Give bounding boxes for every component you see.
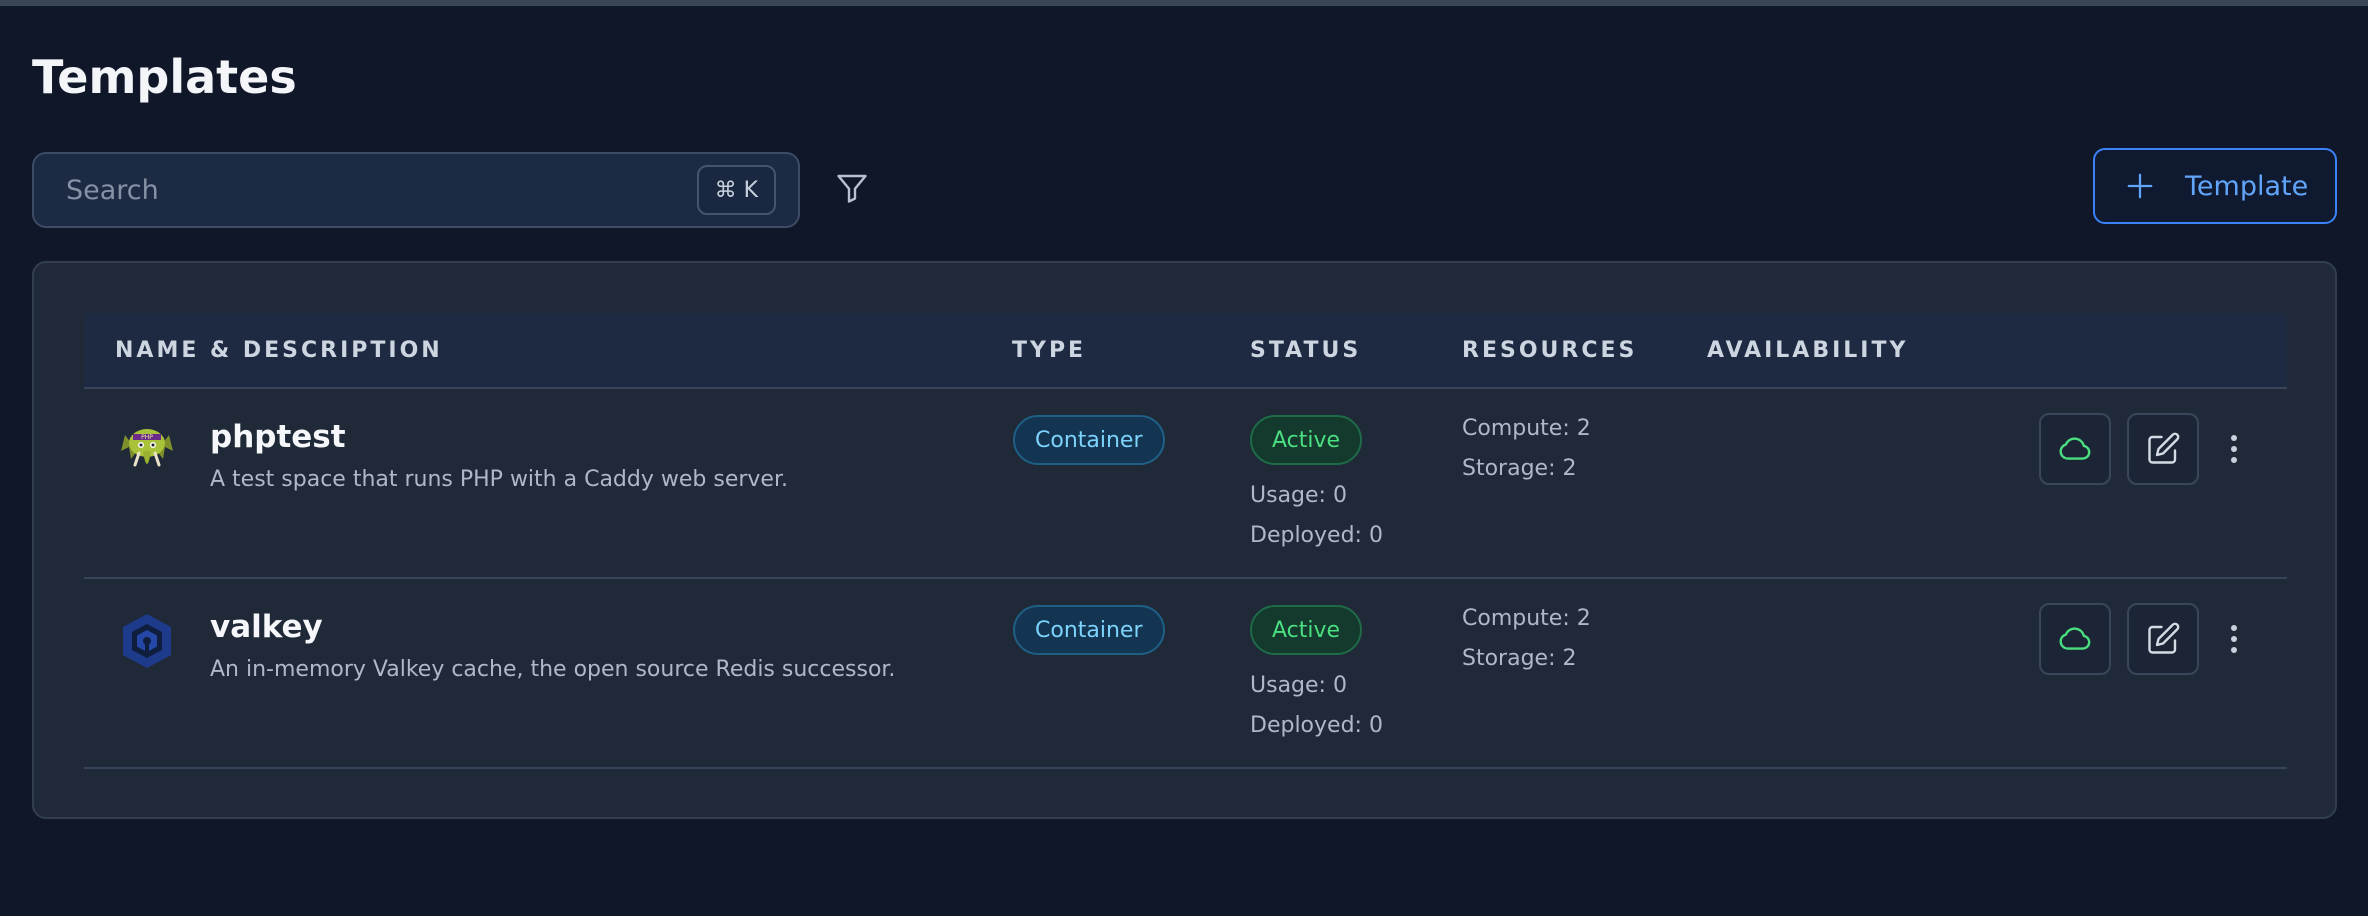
more-options-icon[interactable] [2214,619,2254,659]
templates-table-card: NAME & DESCRIPTION TYPE STATUS RESOURCES… [32,261,2337,819]
add-template-button[interactable]: Template [2093,148,2337,224]
table-row[interactable]: valkey An in-memory Valkey cache, the op… [84,579,2287,769]
deploy-cloud-button[interactable] [2039,603,2111,675]
add-template-label: Template [2185,170,2309,202]
template-description: A test space that runs PHP with a Caddy … [210,467,788,492]
more-options-icon[interactable] [2214,429,2254,469]
header-type: TYPE [1012,337,1087,363]
page-title: Templates [32,50,297,104]
edit-icon [2148,622,2180,654]
deployed-count: Deployed: 0 [1250,713,1383,738]
status-badge: Active [1250,605,1363,655]
storage-resource: Storage: 2 [1462,646,1577,671]
usage-count: Usage: 0 [1250,673,1347,698]
deploy-cloud-button[interactable] [2039,413,2111,485]
storage-resource: Storage: 2 [1462,456,1577,481]
edit-button[interactable] [2127,413,2199,485]
compute-resource: Compute: 2 [1462,416,1591,441]
search-box[interactable]: ⌘ K [32,152,800,228]
template-name[interactable]: valkey [210,609,323,645]
edit-button[interactable] [2127,603,2199,675]
type-badge: Container [1013,605,1165,655]
compute-resource: Compute: 2 [1462,606,1591,631]
header-name-description: NAME & DESCRIPTION [115,337,443,363]
usage-count: Usage: 0 [1250,483,1347,508]
edit-icon [2148,432,2180,464]
table-row[interactable]: PHP phptest A test space that runs PHP w… [84,389,2287,579]
keyboard-shortcut-hint: ⌘ K [696,165,776,215]
cloud-icon [2059,437,2091,460]
template-description: An in-memory Valkey cache, the open sour… [210,657,896,682]
header-resources: RESOURCES [1462,337,1638,363]
filter-icon[interactable] [834,170,870,206]
header-availability: AVAILABILITY [1707,337,1909,363]
header-status: STATUS [1250,337,1362,363]
search-input[interactable] [34,154,697,226]
status-badge: Active [1250,415,1363,465]
template-name[interactable]: phptest [210,419,346,455]
php-elephant-logo: PHP [117,421,177,481]
cloud-icon [2059,627,2091,650]
deployed-count: Deployed: 0 [1250,523,1383,548]
svg-text:PHP: PHP [141,434,153,441]
top-border [0,0,2368,6]
table-header: NAME & DESCRIPTION TYPE STATUS RESOURCES… [84,313,2287,389]
plus-icon [2127,173,2153,199]
valkey-logo [117,611,177,671]
type-badge: Container [1013,415,1165,465]
